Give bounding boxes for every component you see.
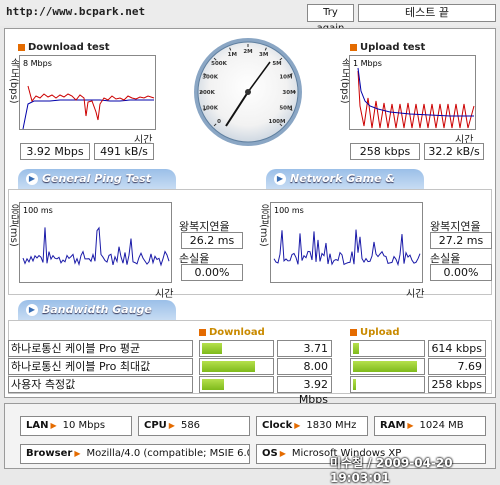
game-loss: 0.00% (430, 264, 492, 281)
triangle-icon: ▶ (74, 449, 81, 458)
triangle-icon: ▶ (279, 449, 286, 458)
ram-info: RAM ▶ 1024 MB (374, 416, 486, 436)
download-gauge-bar (199, 358, 274, 375)
gauge-tick-label: 30M (282, 90, 295, 96)
download-gauge-fill (202, 379, 224, 390)
gauge-tick-label: 5M (272, 61, 281, 67)
gauge-tick-label: 200K (199, 90, 215, 96)
gauge-tick-label: 2M (243, 49, 252, 55)
upload-gauge-bar (350, 376, 425, 393)
download-measure-line (27, 85, 155, 121)
gauge-tick-label: 100K (202, 106, 218, 112)
upload-gauge-fill (353, 361, 418, 372)
game-x-label: 시간 (406, 289, 425, 300)
upload-kbs: 32.2 kB/s (424, 143, 484, 160)
gauge-tick-label: 300K (202, 74, 218, 80)
arrow-right-icon: ▶ (26, 304, 38, 316)
triangle-icon: ▶ (407, 421, 414, 430)
capture-watermark: 미수철 / 2009-04-20 19:03:01 (330, 456, 453, 485)
lan-info: LAN ▶ 10 Mbps (20, 416, 132, 436)
bandwidth-upload-header: Upload (350, 327, 399, 338)
ping-graph: 100 ms (19, 202, 172, 283)
download-gauge-bar (199, 376, 274, 393)
gauge-tick-label: 1M (228, 52, 237, 58)
download-scale: 8 Mbps (23, 59, 52, 68)
bandwidth-row-name: 사용자 측정값 (8, 376, 193, 393)
upload-gauge-value: 258 kbps (428, 376, 486, 393)
download-title: Download test (18, 42, 110, 53)
game-scale: 100 ms (274, 206, 304, 215)
download-gauge-fill (202, 361, 255, 372)
bullet-icon (18, 43, 25, 51)
upload-gauge-bar (350, 340, 425, 357)
game-line (273, 229, 421, 267)
browser-info: Browser ▶ Mozilla/4.0 (compatible; MSIE 6.… (20, 444, 250, 464)
triangle-icon: ▶ (50, 421, 57, 430)
gauge-tick-label: 500K (211, 61, 227, 67)
download-average-line (22, 99, 154, 129)
game-axis-label: 응답(ms) (258, 204, 269, 247)
upload-gauge-fill (353, 343, 359, 354)
upload-gauge-fill (353, 379, 356, 390)
download-gauge-value: 3.92 Mbps (277, 376, 332, 406)
ping-latency: 26.2 ms (181, 232, 243, 249)
ping-x-label: 시간 (155, 289, 174, 300)
download-graph: 8 Mbps (19, 55, 156, 130)
cpu-info: CPU ▶ 586 (138, 416, 250, 436)
upload-gauge-bar (350, 358, 425, 375)
download-gauge-bar (199, 340, 274, 357)
try-again-button[interactable]: Try again (307, 4, 354, 34)
upload-title: Upload test (350, 42, 425, 53)
bandwidth-row-name: 하나로통신 케이블 Pro 최대값 (8, 358, 193, 375)
upload-gauge-value: 7.69 Mbps (428, 358, 486, 388)
bandwidth-download-header: Download (199, 327, 265, 338)
download-kbs: 491 kB/s (94, 143, 154, 160)
tab-network-game[interactable]: ▶Network Game & VoIP Test (266, 169, 424, 205)
arrow-right-icon: ▶ (274, 173, 286, 185)
bullet-icon (350, 328, 357, 336)
gauge-tick-label: 0 (217, 119, 221, 125)
download-gauge-value: 8.00 Mbps (277, 358, 332, 388)
ping-scale: 100 ms (23, 206, 53, 215)
download-gauge-value: 3.71 Mbps (277, 340, 332, 370)
download-gauge-fill (202, 343, 223, 354)
site-url[interactable]: http://www.bcpark.net (6, 5, 145, 18)
gauge-tick-label: 50M (279, 106, 292, 112)
upload-graph: 1 Mbps (349, 55, 476, 130)
ping-line (22, 226, 170, 267)
clock-info: Clock ▶ 1830 MHz (256, 416, 368, 436)
bullet-icon (199, 328, 206, 336)
triangle-icon: ▶ (294, 421, 301, 430)
upload-kbps: 258 kbps (350, 143, 420, 160)
upload-scale: 1 Mbps (353, 59, 382, 68)
gauge-tick-label: 3M (259, 52, 268, 58)
arrow-right-icon: ▶ (26, 173, 38, 185)
game-latency: 27.2 ms (430, 232, 492, 249)
triangle-icon: ▶ (168, 421, 175, 430)
gauge-tick-label: 10M (279, 74, 292, 80)
download-mbps: 3.92 Mbps (20, 143, 90, 160)
tab-general-ping[interactable]: ▶ General Ping Test (18, 169, 176, 189)
test-status: 테스트 끝 (358, 4, 496, 22)
tab-bandwidth-gauge[interactable]: ▶ Bandwidth Gauge (18, 300, 176, 320)
upload-gauge-value: 614 kbps (428, 340, 486, 357)
bullet-icon (350, 43, 357, 51)
speed-gauge: 0 100K 200K 300K 500K1M 2M 3M 5M 10M 30M 50M 100M (194, 38, 302, 146)
upload-measure-line (357, 70, 475, 129)
ping-loss: 0.00% (181, 264, 243, 281)
game-graph: 100 ms (270, 202, 423, 283)
gauge-tick-label: 100M (269, 119, 286, 125)
bandwidth-row-name: 하나로통신 케이블 Pro 평균 (8, 340, 193, 357)
